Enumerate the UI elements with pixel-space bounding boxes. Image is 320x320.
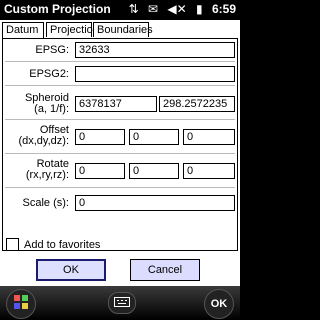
notification-icon[interactable]: ✉ (148, 2, 158, 16)
offset-dz-field[interactable]: 0 (183, 129, 235, 145)
tab-boundaries[interactable]: Boundaries (93, 22, 153, 37)
spheroid-a-field[interactable]: 6378137 (75, 96, 157, 112)
spheroid-label-line2: (a, 1/f): (34, 103, 69, 115)
softkey-ok-button[interactable]: OK (204, 289, 234, 319)
dialog-content: Datum Projection Boundaries EPSG: 32633 … (0, 20, 240, 286)
tab-projection[interactable]: Projection (46, 22, 99, 37)
window-title: Custom Projection (4, 2, 111, 16)
scale-field[interactable]: 0 (75, 195, 235, 211)
offset-dy-field[interactable]: 0 (129, 129, 179, 145)
clock[interactable]: 6:59 (212, 2, 236, 16)
rotate-ry-field[interactable]: 0 (129, 163, 179, 179)
cancel-button[interactable]: Cancel (130, 259, 200, 281)
battery-icon: ▮ (196, 2, 203, 16)
keyboard-button[interactable] (108, 292, 136, 314)
status-tray: ⇅ ✉ ◀✕ ▮ 6:59 (123, 2, 236, 17)
favorites-checkbox[interactable] (6, 238, 19, 251)
soft-key-bar: OK (0, 286, 240, 320)
epsg2-label: EPSG2: (29, 68, 69, 80)
rotate-rz-field[interactable]: 0 (183, 163, 235, 179)
divider (5, 119, 235, 120)
epsg2-field[interactable] (75, 66, 235, 82)
tab-datum[interactable]: Datum (2, 22, 44, 39)
network-icon: ⇅ (128, 2, 139, 16)
datum-panel: EPSG: 32633 EPSG2: Spheroid (a, 1/f): 63… (2, 38, 238, 251)
keyboard-icon (114, 294, 130, 312)
scale-label: Scale (s): (22, 197, 69, 209)
favorites-label[interactable]: Add to favorites (24, 239, 100, 252)
divider (5, 187, 235, 188)
epsg-label: EPSG: (35, 44, 69, 56)
ok-button[interactable]: OK (36, 259, 106, 281)
rotate-rx-field[interactable]: 0 (75, 163, 125, 179)
divider (5, 85, 235, 86)
volume-mute-icon[interactable]: ◀✕ (167, 2, 186, 16)
title-bar: Custom Projection ⇅ ✉ ◀✕ ▮ 6:59 (0, 0, 240, 20)
rotate-label-line2: (rx,ry,rz): (25, 169, 69, 181)
windows-logo-icon (13, 294, 29, 315)
offset-dx-field[interactable]: 0 (75, 129, 125, 145)
start-button[interactable] (6, 289, 36, 319)
spheroid-f-field[interactable]: 298.2572235 (159, 96, 235, 112)
divider (5, 61, 235, 62)
offset-label-line2: (dx,dy,dz): (18, 135, 69, 147)
divider (5, 153, 235, 154)
epsg-field[interactable]: 32633 (75, 42, 235, 58)
